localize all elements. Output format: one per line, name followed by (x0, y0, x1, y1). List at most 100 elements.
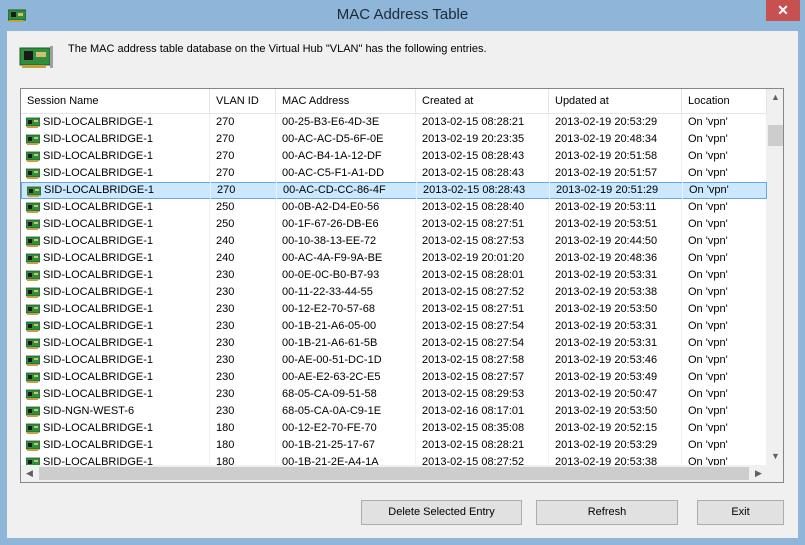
table-row[interactable]: SID-LOCALBRIDGE-1 240 00-AC-4A-F9-9A-BE 201… (21, 250, 767, 267)
table-row[interactable]: SID-LOCALBRIDGE-1 230 68-05-CA-09-51-58 201… (21, 386, 767, 403)
mac-address-cell: 00-10-38-13-EE-72 (276, 233, 416, 250)
mac-table-window: MAC Address Table ✕ The MAC address tabl… (0, 0, 805, 545)
vlan-id-cell: 270 (211, 182, 277, 199)
column-header-updated-at[interactable]: Updated at (549, 89, 682, 113)
table-row[interactable]: SID-LOCALBRIDGE-1 230 00-11-22-33-44-55 201… (21, 284, 767, 301)
location-cell: On 'vpn' (682, 301, 767, 318)
table-row[interactable]: SID-LOCALBRIDGE-1 270 00-AC-CD-CC-86-4F 201… (21, 182, 768, 199)
mac-address-cell: 00-AE-00-51-DC-1D (276, 352, 416, 369)
table-row[interactable]: SID-LOCALBRIDGE-1 250 00-0B-A2-D4-E0-56 201… (21, 199, 767, 216)
horizontal-scrollbar[interactable]: ◀ ▶ (21, 465, 767, 482)
refresh-button[interactable]: Refresh (536, 500, 678, 525)
table-row[interactable]: SID-LOCALBRIDGE-1 230 00-AE-00-51-DC-1D 201… (21, 352, 767, 369)
table-row[interactable]: SID-LOCALBRIDGE-1 230 00-12-E2-70-57-68 201… (21, 301, 767, 318)
updated-at-cell: 2013-02-19 20:48:34 (549, 131, 682, 148)
horizontal-scroll-thumb[interactable] (39, 467, 749, 480)
location-cell: On 'vpn' (682, 114, 767, 131)
session-name-cell: SID-LOCALBRIDGE-1 (21, 199, 210, 216)
updated-at-cell: 2013-02-19 20:50:47 (549, 386, 682, 403)
table-row[interactable]: SID-LOCALBRIDGE-1 180 00-1B-21-25-17-67 201… (21, 437, 767, 454)
created-at-cell: 2013-02-15 08:27:51 (416, 301, 549, 318)
mac-address-cell: 00-12-E2-70-FE-70 (276, 420, 416, 437)
mac-address-cell: 00-AC-B4-1A-12-DF (276, 148, 416, 165)
table-row[interactable]: SID-LOCALBRIDGE-1 230 00-1B-21-A6-61-5B 201… (21, 335, 767, 352)
vlan-id-cell: 270 (210, 131, 276, 148)
session-name-cell: SID-LOCALBRIDGE-1 (21, 420, 210, 437)
location-cell: On 'vpn' (682, 403, 767, 420)
updated-at-cell: 2013-02-19 20:53:31 (549, 318, 682, 335)
title-bar[interactable]: MAC Address Table ✕ (0, 0, 805, 31)
session-name-cell: SID-LOCALBRIDGE-1 (21, 267, 210, 284)
mac-address-cell: 68-05-CA-0A-C9-1E (276, 403, 416, 420)
description-text: The MAC address table database on the Vi… (68, 43, 487, 55)
scroll-down-icon[interactable]: ▼ (767, 448, 783, 465)
column-header-location[interactable]: Location (682, 89, 767, 113)
scroll-up-icon[interactable]: ▲ (767, 89, 783, 106)
created-at-cell: 2013-02-15 08:28:43 (417, 182, 550, 199)
table-row[interactable]: SID-NGN-WEST-6 230 68-05-CA-0A-C9-1E 2013-0… (21, 403, 767, 420)
created-at-cell: 2013-02-15 08:28:43 (416, 165, 549, 182)
scroll-left-icon[interactable]: ◀ (21, 465, 38, 482)
updated-at-cell: 2013-02-19 20:48:36 (549, 250, 682, 267)
updated-at-cell: 2013-02-19 20:53:51 (549, 216, 682, 233)
updated-at-cell: 2013-02-19 20:53:50 (549, 301, 682, 318)
location-cell: On 'vpn' (682, 369, 767, 386)
session-name-cell: SID-NGN-WEST-6 (21, 403, 210, 420)
table-row[interactable]: SID-LOCALBRIDGE-1 270 00-AC-AC-D5-6F-0E 201… (21, 131, 767, 148)
vlan-id-cell: 270 (210, 165, 276, 182)
location-cell: On 'vpn' (682, 284, 767, 301)
exit-button[interactable]: Exit (697, 500, 784, 525)
location-cell: On 'vpn' (682, 386, 767, 403)
session-name-cell: SID-LOCALBRIDGE-1 (21, 284, 210, 301)
delete-selected-entry-button[interactable]: Delete Selected Entry (361, 500, 522, 525)
updated-at-cell: 2013-02-19 20:53:29 (549, 437, 682, 454)
list-header: Session Name VLAN ID MAC Address Created… (21, 89, 767, 114)
updated-at-cell: 2013-02-19 20:53:31 (549, 335, 682, 352)
scroll-right-icon[interactable]: ▶ (750, 465, 767, 482)
column-header-vlan-id[interactable]: VLAN ID (210, 89, 276, 113)
location-cell: On 'vpn' (682, 318, 767, 335)
created-at-cell: 2013-02-19 20:01:20 (416, 250, 549, 267)
vlan-id-cell: 250 (210, 216, 276, 233)
table-row[interactable]: SID-LOCALBRIDGE-1 230 00-0E-0C-B0-B7-93 201… (21, 267, 767, 284)
table-row[interactable]: SID-LOCALBRIDGE-1 240 00-10-38-13-EE-72 201… (21, 233, 767, 250)
session-name-cell: SID-LOCALBRIDGE-1 (21, 352, 210, 369)
session-name-cell: SID-LOCALBRIDGE-1 (21, 301, 210, 318)
session-name-cell: SID-LOCALBRIDGE-1 (22, 182, 211, 199)
table-row[interactable]: SID-LOCALBRIDGE-1 250 00-1F-67-26-DB-E6 201… (21, 216, 767, 233)
table-row[interactable]: SID-LOCALBRIDGE-1 180 00-12-E2-70-FE-70 201… (21, 420, 767, 437)
column-header-mac-address[interactable]: MAC Address (276, 89, 416, 113)
vertical-scroll-thumb[interactable] (768, 125, 783, 146)
mac-address-cell: 00-AC-4A-F9-9A-BE (276, 250, 416, 267)
location-cell: On 'vpn' (682, 250, 767, 267)
mac-address-cell: 00-11-22-33-44-55 (276, 284, 416, 301)
location-cell: On 'vpn' (683, 182, 768, 199)
mac-address-cell: 00-25-B3-E6-4D-3E (276, 114, 416, 131)
location-cell: On 'vpn' (682, 233, 767, 250)
close-button[interactable]: ✕ (766, 0, 800, 21)
table-row[interactable]: SID-LOCALBRIDGE-1 270 00-25-B3-E6-4D-3E 201… (21, 114, 767, 131)
session-name-cell: SID-LOCALBRIDGE-1 (21, 437, 210, 454)
created-at-cell: 2013-02-15 08:28:01 (416, 267, 549, 284)
column-header-session-name[interactable]: Session Name (21, 89, 210, 113)
table-row[interactable]: SID-LOCALBRIDGE-1 230 00-1B-21-A6-05-00 201… (21, 318, 767, 335)
vlan-id-cell: 180 (210, 420, 276, 437)
table-row[interactable]: SID-LOCALBRIDGE-1 270 00-AC-C5-F1-A1-DD 201… (21, 165, 767, 182)
mac-address-cell: 00-1B-21-A6-05-00 (276, 318, 416, 335)
location-cell: On 'vpn' (682, 267, 767, 284)
window-title: MAC Address Table (336, 6, 469, 23)
mac-address-cell: 00-12-E2-70-57-68 (276, 301, 416, 318)
vlan-id-cell: 230 (210, 403, 276, 420)
mac-address-list[interactable]: Session Name VLAN ID MAC Address Created… (20, 88, 784, 483)
vlan-id-cell: 230 (210, 369, 276, 386)
vlan-id-cell: 230 (210, 267, 276, 284)
mac-address-cell: 00-AC-CD-CC-86-4F (277, 182, 417, 199)
column-header-created-at[interactable]: Created at (416, 89, 549, 113)
table-row[interactable]: SID-LOCALBRIDGE-1 230 00-AE-E2-63-2C-E5 201… (21, 369, 767, 386)
session-name-cell: SID-LOCALBRIDGE-1 (21, 165, 210, 182)
table-row[interactable]: SID-LOCALBRIDGE-1 270 00-AC-B4-1A-12-DF 201… (21, 148, 767, 165)
vlan-id-cell: 270 (210, 148, 276, 165)
vertical-scrollbar[interactable]: ▲ ▼ (767, 89, 783, 465)
mac-address-cell: 00-0E-0C-B0-B7-93 (276, 267, 416, 284)
created-at-cell: 2013-02-15 08:28:21 (416, 437, 549, 454)
